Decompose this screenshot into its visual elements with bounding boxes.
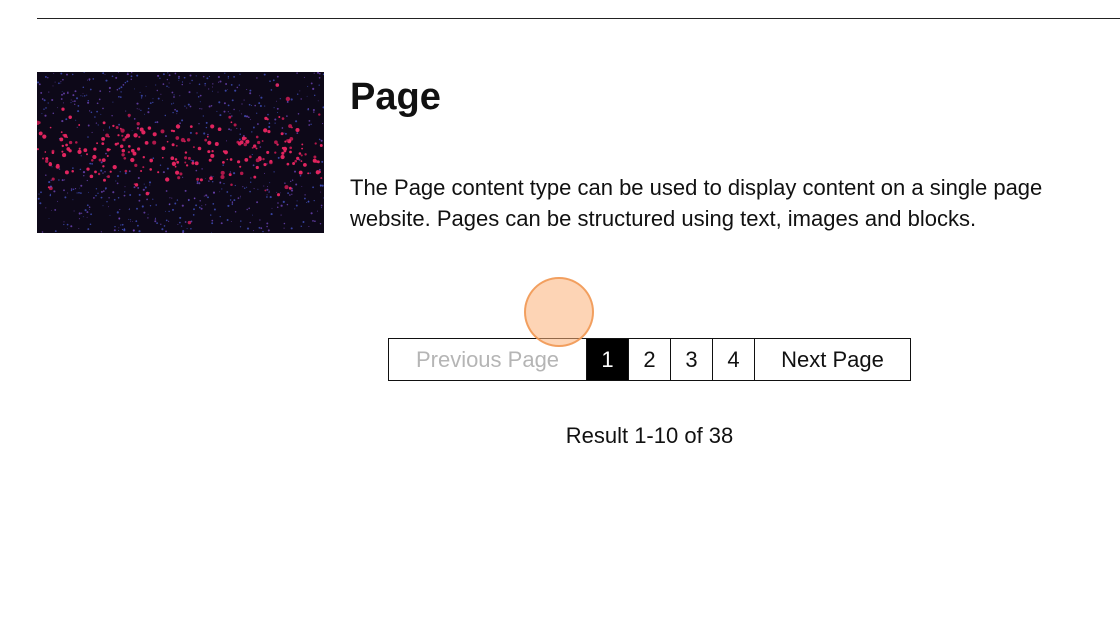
particle-image <box>37 72 324 233</box>
page-button-3[interactable]: 3 <box>671 339 713 380</box>
result-item: Page The Page content type can be used t… <box>37 72 1120 242</box>
result-thumbnail[interactable] <box>37 72 324 233</box>
page-button-4[interactable]: 4 <box>713 339 755 380</box>
result-description: The Page content type can be used to dis… <box>350 172 1120 234</box>
divider <box>37 18 1120 19</box>
result-title[interactable]: Page <box>350 74 441 120</box>
results-summary: Result 1-10 of 38 <box>565 423 734 448</box>
pagination: Previous Page 1 2 3 4 Next Page <box>388 338 911 381</box>
next-page-button[interactable]: Next Page <box>755 339 910 380</box>
page-button-1[interactable]: 1 <box>587 339 629 380</box>
result-description-line: The Page content type can be used to dis… <box>350 175 1043 200</box>
result-description-line: website. Pages can be structured using t… <box>350 206 977 231</box>
page-button-2[interactable]: 2 <box>629 339 671 380</box>
previous-page-button[interactable]: Previous Page <box>389 339 587 380</box>
cursor-highlight <box>524 277 594 347</box>
search-results-page: Page The Page content type can be used t… <box>0 0 1120 626</box>
